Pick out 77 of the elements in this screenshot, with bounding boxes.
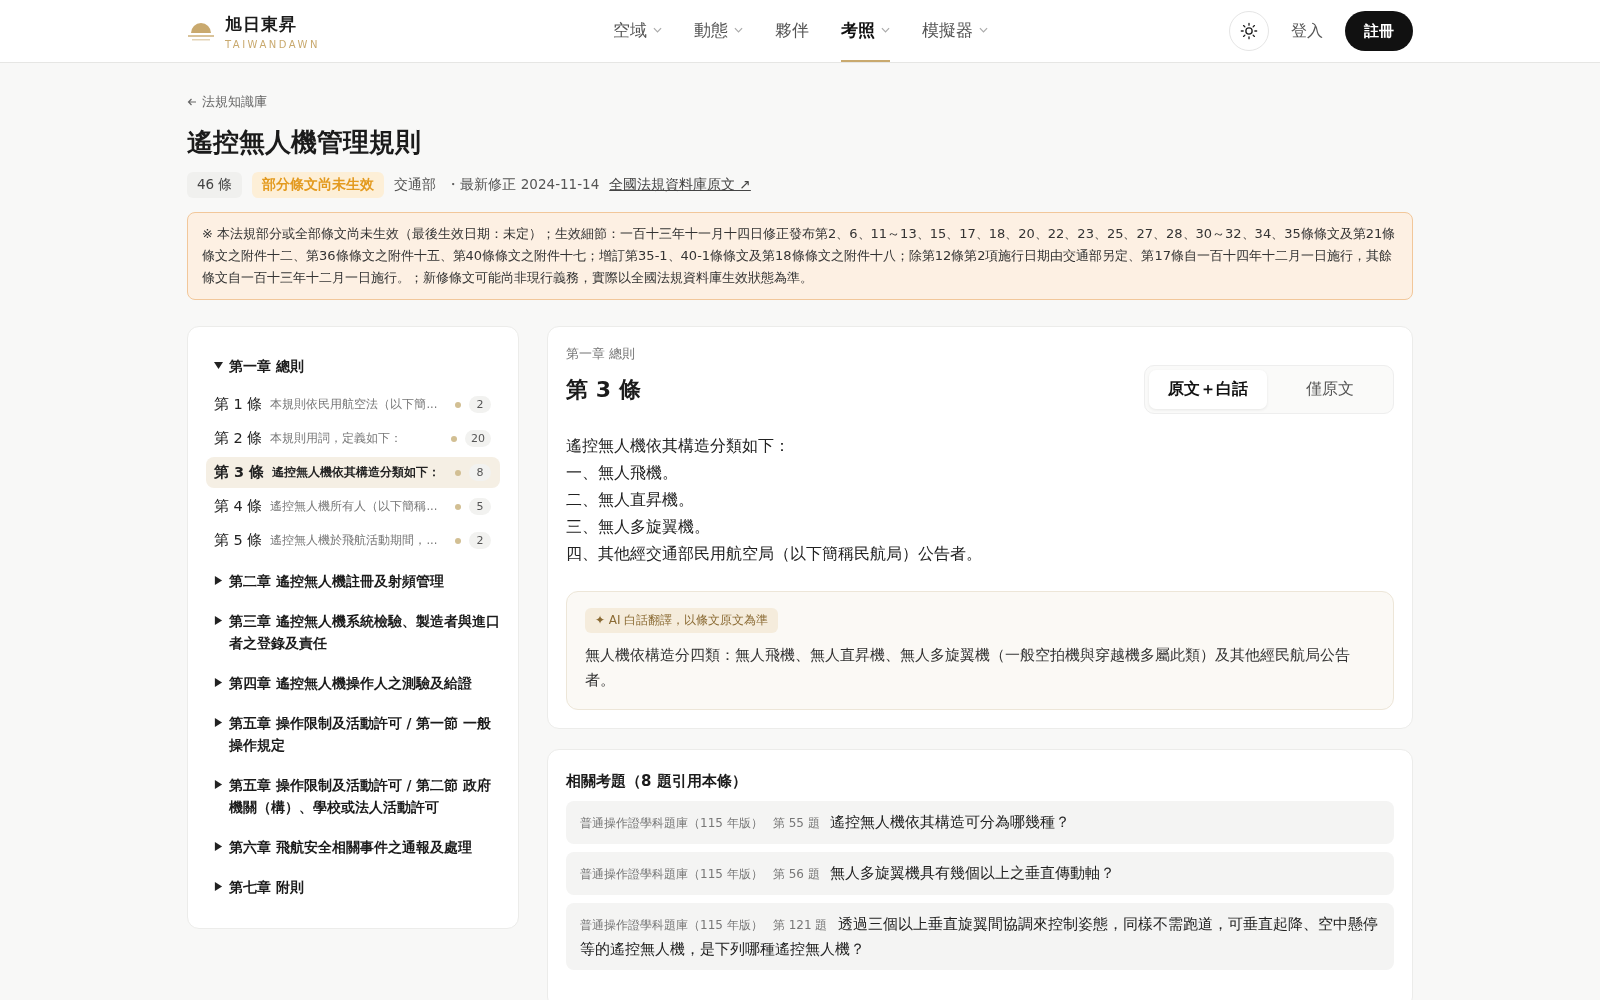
triangle-right-icon[interactable] <box>214 576 223 585</box>
status-dot <box>451 435 457 442</box>
status-dot <box>455 469 461 476</box>
view-mode-tab[interactable]: 原文＋白話 <box>1149 370 1267 409</box>
agency-text: 交通部 <box>394 176 437 194</box>
article-summary: 遙控無人機所有人（以下簡稱... <box>270 499 439 514</box>
chapter-title[interactable]: 第六章 飛航安全相關事件之通報及處理 <box>229 836 472 858</box>
nav-link[interactable]: 模擬器 <box>921 0 988 62</box>
ai-translation-text: 無人機依構造分四類：無人飛機、無人直昇機、無人多旋翼機（一般空拍機與穿越機多屬此類）及其他經民航局公告者。 <box>585 645 1351 691</box>
article-item[interactable]: 第 4 條 遙控無人機所有人（以下簡稱... 5 <box>206 491 500 522</box>
chapter-title[interactable]: 第三章 遙控無人機系統檢驗、製造者與進口者之登錄及責任 <box>229 610 500 654</box>
article-summary: 遙控無人機依其構造分類如下： <box>272 465 442 480</box>
nav-link[interactable]: 考照 <box>840 0 890 62</box>
question-count-badge: 5 <box>469 498 491 515</box>
triangle-right-icon[interactable] <box>214 882 223 891</box>
revision-date: ・最新修正 2024-11-14 <box>446 176 600 194</box>
question-item[interactable]: 普通操作證學科題庫（115 年版） 第 121 題 透過三個以上垂直旋翼間協調來控制姿態，同樣不需跑道，可垂直起降、空中懸停等的遙控無人機，是下列哪種遙控無人機？ <box>566 903 1394 970</box>
source-link[interactable]: 全國法規資料庫原文 ↗ <box>609 176 751 194</box>
status-dot <box>455 537 461 544</box>
triangle-right-icon[interactable] <box>214 842 223 851</box>
article-summary: 本規則用詞，定義如下： <box>270 431 404 446</box>
triangle-right-icon[interactable] <box>214 678 223 687</box>
article-number: 第 4 條 <box>214 497 263 516</box>
register-button[interactable]: 註冊 <box>1345 11 1413 51</box>
notice-banner: ※ 本法規部分或全部條文尚未生效（最後生效日期：未定）；生效細節：一百十三年十一月十四日修正發布第2、6、11～13、15、17、18、20、22、23、25、27、28、30～32、34、35條條文及第21條條文之附件十二、第36條條文之附件十五、第40條條文之附件十七；增訂第35-1、40-1條條文及第18條條文之附件十八；除第12條第2項施行日期由交通部另定、第17條自一百十四年十二月一日施行，其餘條文自一百十三年十二月一日施行。；新修條文可能尚非現行義務，實際以全國法規資料庫生效狀態為準。 <box>187 212 1413 300</box>
status-tag: 部分條文尚未生效 <box>252 172 385 198</box>
chapter-title[interactable]: 第五章 操作限制及活動許可 / 第二節 政府機關（構）、學校或法人活動許可 <box>229 774 500 818</box>
article-number: 第 5 條 <box>214 531 263 550</box>
nav-link[interactable]: 空域 <box>612 0 662 62</box>
article-number: 第 2 條 <box>214 429 263 448</box>
page-title: 遙控無人機管理規則 <box>187 126 422 159</box>
triangle-right-icon[interactable] <box>214 718 223 727</box>
question-count-badge: 20 <box>465 430 491 447</box>
question-count-badge: 8 <box>469 464 491 481</box>
sun-icon <box>1240 22 1258 40</box>
triangle-right-icon[interactable] <box>214 780 223 789</box>
question-item[interactable]: 普通操作證學科題庫（115 年版） 第 55 題 遙控無人機依其構造可分為哪幾種？ <box>566 801 1394 844</box>
chapter-title[interactable]: 第一章 總則 <box>229 355 304 377</box>
chapter-title[interactable]: 第五章 操作限制及活動許可 / 第一節 一般操作規定 <box>229 712 500 756</box>
article-item[interactable]: 第 5 條 遙控無人機於飛航活動期間，... 2 <box>206 525 500 556</box>
login-link[interactable]: 登入 <box>1291 20 1323 42</box>
nav-link[interactable]: 夥伴 <box>774 0 809 62</box>
triangle-down-icon[interactable] <box>214 361 223 370</box>
theme-toggle-button[interactable] <box>1229 11 1269 51</box>
article-number: 第 3 條 <box>214 463 265 482</box>
chapter-title[interactable]: 第四章 遙控無人機操作人之測驗及給證 <box>229 672 472 694</box>
article-summary: 本規則依民用航空法（以下簡... <box>270 397 439 412</box>
article-title: 第 3 條 <box>566 375 641 404</box>
question-count-badge: 2 <box>469 532 491 549</box>
question-item[interactable]: 普通操作證學科題庫（115 年版） 第 56 題 無人多旋翼機具有幾個以上之垂直傳動軸？ <box>566 852 1394 895</box>
article-item[interactable]: 第 2 條 本規則用詞，定義如下： 20 <box>206 423 500 454</box>
article-text-line: 一、無人飛機。 <box>566 462 679 484</box>
chapter-title[interactable]: 第七章 附則 <box>229 876 304 898</box>
article-text-line: 三、無人多旋翼機。 <box>566 516 711 538</box>
article-number: 第 1 條 <box>214 395 263 414</box>
brand-name[interactable]: 旭日東昇 <box>225 12 320 36</box>
question-count-badge: 2 <box>469 396 491 413</box>
article-item[interactable]: 第 3 條 遙控無人機依其構造分類如下： 8 <box>206 457 500 488</box>
chapter-title[interactable]: 第二章 遙控無人機註冊及射頻管理 <box>229 570 444 592</box>
brand-tagline: TAIWANDAWN <box>225 38 320 50</box>
section-heading: 相關考題（8 題引用本條） <box>566 772 748 791</box>
article-item[interactable]: 第 1 條 本規則依民用航空法（以下簡... 2 <box>206 389 500 420</box>
article-text-line: 二、無人直昇機。 <box>566 489 695 511</box>
chapter-label: 第一章 總則 <box>566 345 637 363</box>
article-text-line: 遙控無人機依其構造分類如下： <box>566 435 791 457</box>
back-arrow-icon <box>187 98 197 106</box>
status-dot <box>455 401 461 408</box>
back-link[interactable]: 法規知識庫 <box>202 93 267 111</box>
article-count-tag: 46 條 <box>187 172 243 198</box>
view-mode-tab[interactable]: 僅原文 <box>1271 370 1389 409</box>
triangle-right-icon[interactable] <box>214 616 223 625</box>
ai-badge: ✦ AI 白話翻譯，以條文原文為準 <box>585 608 779 633</box>
article-text-line: 四、其他經交通部民用航空局（以下簡稱民航局）公告者。 <box>566 543 983 565</box>
article-summary: 遙控無人機於飛航活動期間，... <box>270 533 439 548</box>
sunrise-logo-icon <box>187 21 215 41</box>
status-dot <box>455 503 461 510</box>
nav-link[interactable]: 動態 <box>693 0 743 62</box>
